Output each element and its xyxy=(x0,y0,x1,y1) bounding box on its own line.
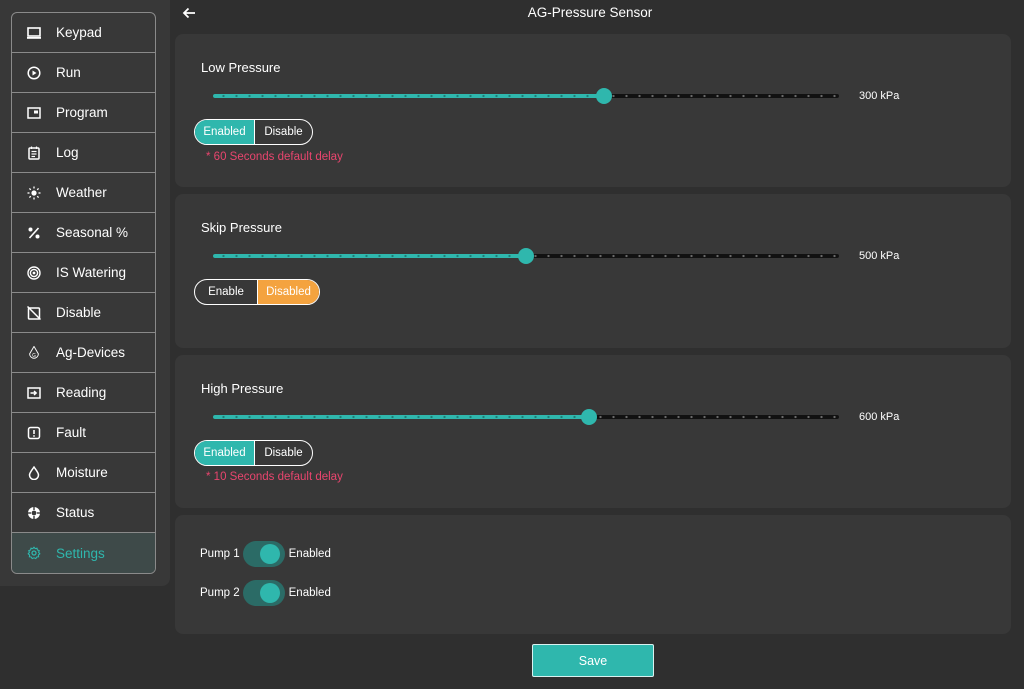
slider-fill xyxy=(213,94,605,98)
high-pressure-enabled-button[interactable]: Enabled xyxy=(195,441,254,465)
slider-thumb[interactable] xyxy=(596,88,613,104)
pump-2-state: Enabled xyxy=(288,587,331,599)
slider-fill xyxy=(213,254,526,258)
sidebar-item-label: Settings xyxy=(56,545,105,561)
disable-icon xyxy=(24,303,44,323)
sidebar-item-seasonal[interactable]: Seasonal % xyxy=(12,213,155,253)
skip-pressure-toggle: Enable Disabled xyxy=(194,279,320,305)
low-pressure-enabled-button[interactable]: Enabled xyxy=(195,120,254,144)
sidebar-nav: Keypad Run Program Log Weather Seasonal … xyxy=(11,12,156,574)
pump-2-row: Pump 2 Enabled xyxy=(200,580,331,606)
high-pressure-value: 600 kPa xyxy=(859,411,900,423)
low-pressure-toggle: Enabled Disable xyxy=(194,119,313,145)
sidebar-item-weather[interactable]: Weather xyxy=(12,173,155,213)
sidebar-item-label: Fault xyxy=(56,425,87,440)
page-title: AG-Pressure Sensor xyxy=(527,5,653,20)
high-pressure-delay-note: * 10 Seconds default delay xyxy=(206,471,343,483)
sidebar-item-program[interactable]: Program xyxy=(12,93,155,133)
sidebar-item-label: Ag-Devices xyxy=(56,345,126,360)
low-pressure-panel: Low Pressure 300 kPa Enabled Disable * 6… xyxy=(175,34,1011,187)
status-icon xyxy=(24,503,44,523)
play-circle-icon xyxy=(24,63,44,83)
low-pressure-value: 300 kPa xyxy=(859,90,900,102)
sidebar-item-label: Disable xyxy=(56,305,102,320)
sidebar-item-log[interactable]: Log xyxy=(12,133,155,173)
save-button[interactable]: Save xyxy=(532,644,654,677)
pump-1-row: Pump 1 Enabled xyxy=(200,541,331,567)
sidebar-item-label: Keypad xyxy=(56,25,102,40)
sidebar-container: Keypad Run Program Log Weather Seasonal … xyxy=(0,0,170,586)
sidebar-item-status[interactable]: Status xyxy=(12,493,155,533)
toggle-knob xyxy=(259,544,280,564)
slider-thumb[interactable] xyxy=(518,248,534,264)
low-pressure-delay-note: * 60 Seconds default delay xyxy=(206,151,343,163)
keyboard-icon xyxy=(24,23,44,43)
high-pressure-slider[interactable] xyxy=(213,409,839,425)
arrow-left-icon xyxy=(182,7,195,19)
sidebar-item-label: Reading xyxy=(56,385,107,400)
pump-2-toggle[interactable] xyxy=(242,580,285,606)
sidebar-item-label: Log xyxy=(56,145,79,160)
fault-icon xyxy=(24,423,44,443)
sidebar-item-label: Status xyxy=(56,505,95,520)
ag-devices-icon: G xyxy=(24,343,44,363)
sidebar-item-disable[interactable]: Disable xyxy=(12,293,155,333)
sidebar-item-label: Weather xyxy=(56,185,107,200)
pump-1-label: Pump 1 xyxy=(200,548,240,560)
sidebar-item-label: Run xyxy=(56,65,81,80)
droplet-icon xyxy=(24,463,44,483)
sidebar-item-run[interactable]: Run xyxy=(12,53,155,93)
low-pressure-slider[interactable] xyxy=(213,88,839,104)
slider-fill xyxy=(213,415,589,419)
slider-thumb[interactable] xyxy=(580,409,597,425)
sidebar-item-reading[interactable]: Reading xyxy=(12,373,155,413)
sidebar-item-ag-devices[interactable]: G Ag-Devices xyxy=(12,333,155,373)
sidebar-item-label: Seasonal % xyxy=(56,225,129,240)
watering-icon xyxy=(24,263,44,283)
sidebar-item-settings[interactable]: Settings xyxy=(12,533,155,573)
skip-pressure-slider[interactable] xyxy=(213,248,839,264)
sidebar-item-label: Moisture xyxy=(56,465,108,480)
low-pressure-title: Low Pressure xyxy=(201,60,281,75)
sun-icon xyxy=(24,183,44,203)
log-icon xyxy=(24,143,44,163)
skip-pressure-title: Skip Pressure xyxy=(201,220,282,235)
low-pressure-disable-button[interactable]: Disable xyxy=(254,120,312,144)
pump-1-toggle[interactable] xyxy=(242,541,285,567)
pump-2-label: Pump 2 xyxy=(200,587,240,599)
toggle-knob xyxy=(259,583,280,603)
sidebar-item-label: IS Watering xyxy=(56,265,127,280)
gear-icon xyxy=(24,543,44,563)
sidebar-item-moisture[interactable]: Moisture xyxy=(12,453,155,493)
high-pressure-toggle: Enabled Disable xyxy=(194,440,313,466)
high-pressure-panel: High Pressure 600 kPa Enabled Disable * … xyxy=(175,355,1011,508)
high-pressure-title: High Pressure xyxy=(201,381,284,396)
high-pressure-disable-button[interactable]: Disable xyxy=(254,441,312,465)
program-icon xyxy=(24,103,44,123)
percent-icon xyxy=(24,223,44,243)
reading-icon xyxy=(24,383,44,403)
skip-pressure-enable-button[interactable]: Enable xyxy=(195,280,257,304)
svg-text:G: G xyxy=(32,352,36,358)
skip-pressure-disabled-button[interactable]: Disabled xyxy=(257,280,319,304)
pump-1-state: Enabled xyxy=(288,548,331,560)
skip-pressure-value: 500 kPa xyxy=(859,250,900,262)
sidebar-item-keypad[interactable]: Keypad xyxy=(12,13,155,53)
pumps-panel: Pump 1 Enabled Pump 2 Enabled xyxy=(175,515,1011,634)
sidebar-item-is-watering[interactable]: IS Watering xyxy=(12,253,155,293)
sidebar-item-fault[interactable]: Fault xyxy=(12,413,155,453)
back-button[interactable] xyxy=(178,2,200,24)
sidebar-item-label: Program xyxy=(56,105,108,120)
skip-pressure-panel: Skip Pressure 500 kPa Enable Disabled xyxy=(175,194,1011,348)
